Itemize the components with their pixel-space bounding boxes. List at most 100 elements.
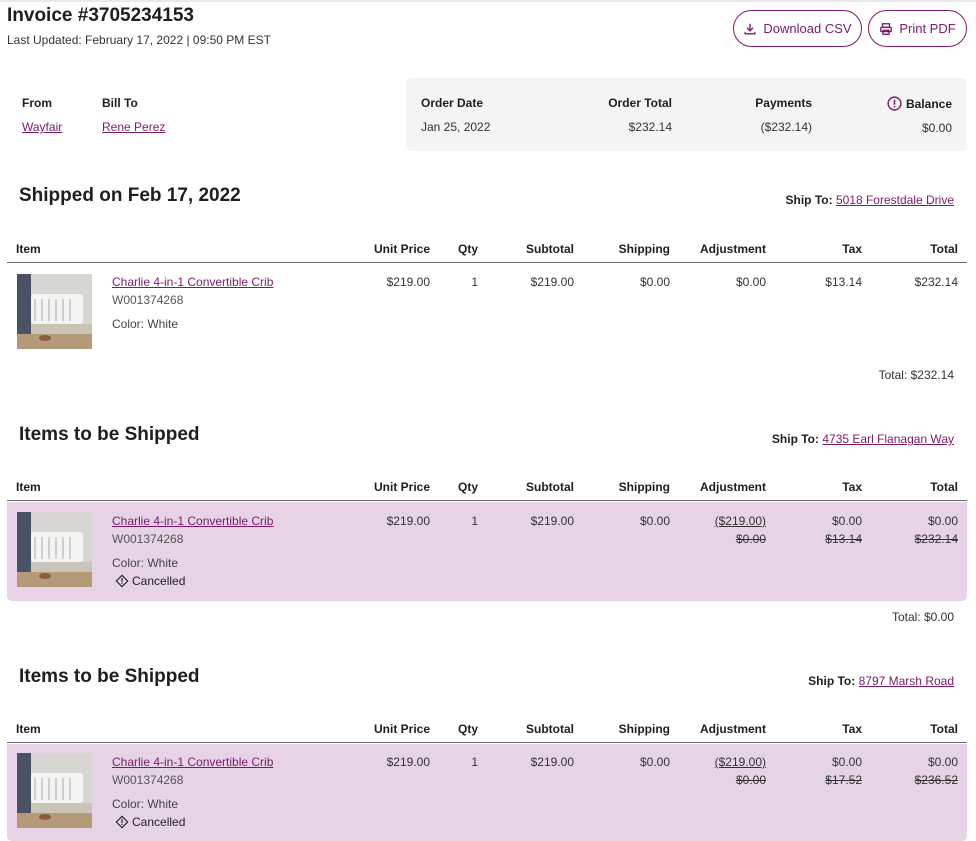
download-csv-label: Download CSV <box>763 21 852 36</box>
order-date-value: Jan 25, 2022 <box>421 120 491 134</box>
tax-old: $13.14 <box>825 532 862 546</box>
item-name-link[interactable]: Charlie 4-in-1 Convertible Crib <box>112 755 273 769</box>
bill-to-label: Bill To <box>102 96 138 110</box>
balance-header: Balance <box>887 96 952 111</box>
adjustment-old: $0.00 <box>735 532 766 546</box>
info-icon[interactable] <box>887 96 902 111</box>
payments-value: ($232.14) <box>760 120 812 134</box>
col-total: Total <box>930 242 958 256</box>
table-row: Charlie 4-in-1 Convertible Crib W0013742… <box>7 502 967 601</box>
col-shipping: Shipping <box>618 722 670 736</box>
item-status: Cancelled <box>115 574 185 588</box>
table-header: Item Unit Price Qty Subtotal Shipping Ad… <box>7 714 967 743</box>
shipping: $0.00 <box>639 275 670 289</box>
order-date-label: Order Date <box>421 96 484 110</box>
order-total-value: $232.14 <box>628 120 672 134</box>
ship-to-label: Ship To: <box>808 674 856 688</box>
status-label: Cancelled <box>132 815 186 829</box>
col-subtotal: Subtotal <box>526 242 574 256</box>
cancelled-icon <box>115 815 129 829</box>
total: $0.00 <box>927 514 958 528</box>
col-tax: Tax <box>842 722 862 736</box>
shipping: $0.00 <box>639 755 670 769</box>
print-pdf-label: Print PDF <box>899 21 956 36</box>
qty: 1 <box>471 514 478 528</box>
item-sku: W001374268 <box>112 293 184 307</box>
ship-to: Ship To: 4735 Earl Flanagan Way <box>772 432 954 446</box>
from-link[interactable]: Wayfair <box>22 120 62 134</box>
bill-to-link[interactable]: Rene Perez <box>102 120 165 134</box>
table-row: Charlie 4-in-1 Convertible Crib W0013742… <box>7 264 967 359</box>
order-summary: Order Date Jan 25, 2022 Order Total $232… <box>406 78 967 151</box>
total-old: $236.52 <box>914 773 958 787</box>
col-qty: Qty <box>457 242 478 256</box>
last-updated: Last Updated: February 17, 2022 | 09:50 … <box>7 33 271 47</box>
col-tax: Tax <box>842 242 862 256</box>
col-adjustment: Adjustment <box>700 242 766 256</box>
section-title: Items to be Shipped <box>19 666 200 687</box>
section-title: Items to be Shipped <box>19 424 200 445</box>
col-unit-price: Unit Price <box>373 722 430 736</box>
table-header: Item Unit Price Qty Subtotal Shipping Ad… <box>7 234 967 263</box>
ship-to-label: Ship To: <box>771 432 820 446</box>
balance-value: $0.00 <box>921 121 952 135</box>
item-name-link[interactable]: Charlie 4-in-1 Convertible Crib <box>112 275 273 289</box>
adjustment: $0.00 <box>735 275 766 289</box>
item-sku: W001374268 <box>112 773 184 787</box>
adjustment-link[interactable]: ($219.00) <box>715 514 766 528</box>
crib-thumbnail[interactable] <box>17 274 92 349</box>
total-old: $232.14 <box>914 532 958 546</box>
download-csv-button[interactable]: Download CSV <box>733 10 862 47</box>
shipping: $0.00 <box>639 514 670 528</box>
section-total: Total: $232.14 <box>878 368 954 382</box>
tax: $13.14 <box>825 275 862 289</box>
subtotal: $219.00 <box>530 514 574 528</box>
unit-price: $219.00 <box>386 755 430 769</box>
crib-thumbnail[interactable] <box>17 753 92 828</box>
subtotal: $219.00 <box>530 275 574 289</box>
ship-to: Ship To: 8797 Marsh Road <box>808 674 954 688</box>
col-item: Item <box>16 480 41 494</box>
total: $0.00 <box>927 755 958 769</box>
from-label: From <box>22 96 52 110</box>
col-qty: Qty <box>457 722 478 736</box>
table-row: Charlie 4-in-1 Convertible Crib W0013742… <box>7 744 967 841</box>
total: $232.14 <box>914 275 958 289</box>
item-name-link[interactable]: Charlie 4-in-1 Convertible Crib <box>112 514 273 528</box>
subtotal: $219.00 <box>530 755 574 769</box>
top-divider <box>0 0 976 2</box>
cancelled-icon <box>115 574 129 588</box>
col-shipping: Shipping <box>618 480 670 494</box>
printer-icon <box>880 22 893 35</box>
ship-to: Ship To: 5018 Forestdale Drive <box>785 193 954 207</box>
col-subtotal: Subtotal <box>526 722 574 736</box>
ship-to-address-link[interactable]: 5018 Forestdale Drive <box>836 193 954 207</box>
crib-thumbnail[interactable] <box>17 512 92 587</box>
col-qty: Qty <box>457 480 478 494</box>
unit-price: $219.00 <box>386 514 430 528</box>
col-shipping: Shipping <box>618 242 670 256</box>
item-status: Cancelled <box>115 815 185 829</box>
section-total: Total: $0.00 <box>891 610 954 624</box>
ship-to-address-link[interactable]: 8797 Marsh Road <box>859 674 954 688</box>
order-total-label: Order Total <box>608 96 672 110</box>
col-item: Item <box>16 242 41 256</box>
col-adjustment: Adjustment <box>700 480 766 494</box>
item-color: Color: White <box>112 317 179 331</box>
payments-label: Payments <box>755 96 812 110</box>
ship-to-address-link[interactable]: 4735 Earl Flanagan Way <box>822 432 954 446</box>
col-unit-price: Unit Price <box>373 242 430 256</box>
section-title: Shipped on Feb 17, 2022 <box>19 185 241 206</box>
print-pdf-button[interactable]: Print PDF <box>868 10 967 47</box>
page-title: Invoice #3705234153 <box>7 5 194 26</box>
adjustment-link[interactable]: ($219.00) <box>715 755 766 769</box>
col-unit-price: Unit Price <box>373 480 430 494</box>
table-header: Item Unit Price Qty Subtotal Shipping Ad… <box>7 472 967 501</box>
status-label: Cancelled <box>132 574 186 588</box>
col-tax: Tax <box>842 480 862 494</box>
item-color: Color: White <box>112 797 179 811</box>
download-icon <box>744 23 756 35</box>
adjustment-old: $0.00 <box>735 773 766 787</box>
qty: 1 <box>471 275 478 289</box>
unit-price: $219.00 <box>386 275 430 289</box>
